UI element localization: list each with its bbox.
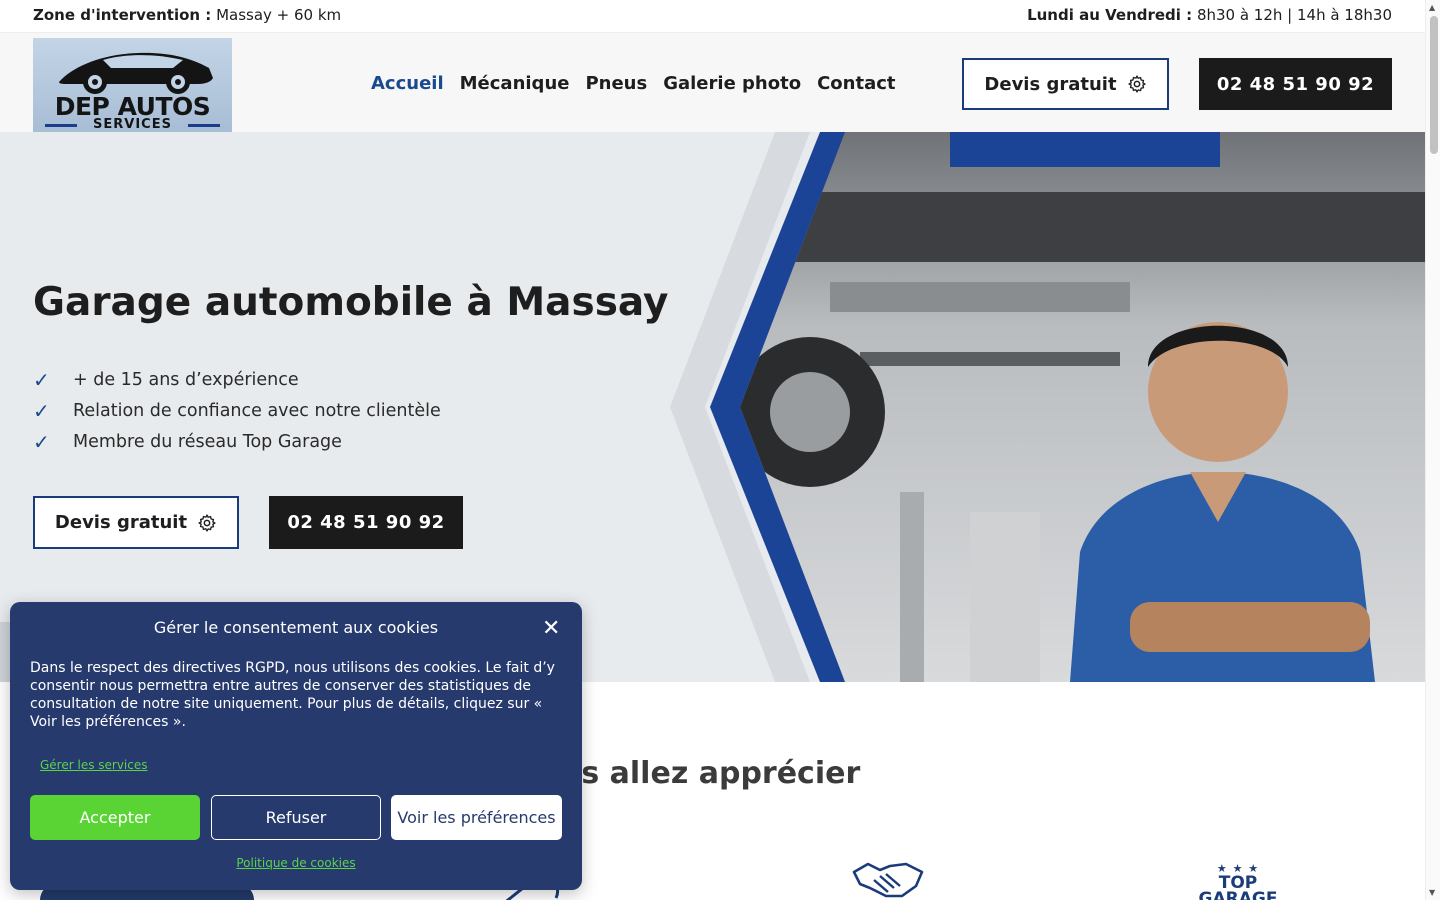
top-garage-badge: ★ ★ ★ TOP GARAGE: [1192, 862, 1284, 900]
accept-button[interactable]: Accepter: [30, 795, 200, 840]
nav-item-galerie[interactable]: Galerie photo: [663, 73, 801, 94]
hero-mechanic-photo: [670, 132, 1425, 682]
car-logo-icon: [59, 52, 213, 94]
handshake-icon: [852, 862, 924, 898]
cookie-policy-link[interactable]: Politique de cookies: [10, 856, 582, 870]
list-item: ✓ + de 15 ans d’expérience: [33, 364, 441, 395]
cookie-text: Dans le respect des directives RGPD, nou…: [30, 660, 555, 730]
preferences-button[interactable]: Voir les préférences: [391, 795, 562, 840]
cookie-title: Gérer le consentement aux cookies: [153, 618, 439, 637]
site-logo[interactable]: DEP AUTOS SERVICES: [33, 38, 232, 133]
scrollbar[interactable]: ▲ ▼: [1425, 0, 1440, 900]
check-icon: ✓: [33, 367, 50, 392]
nav-item-accueil[interactable]: Accueil: [371, 73, 444, 94]
check-icon: ✓: [33, 398, 50, 423]
section-title: us allez apprécier: [560, 756, 861, 791]
service-area: Zone d'intervention : Massay + 60 km: [33, 6, 341, 24]
benefit-text: Membre du réseau Top Garage: [73, 431, 342, 452]
site-header: DEP AUTOS SERVICES Accueil Mécanique Pne…: [0, 32, 1425, 133]
main-nav: Accueil Mécanique Pneus Galerie photo Co…: [371, 73, 896, 94]
benefit-text: Relation de confiance avec notre clientè…: [73, 400, 441, 421]
hero-section: Garage automobile à Massay ✓ + de 15 ans …: [0, 132, 1425, 682]
list-item: ✓ Membre du réseau Top Garage: [33, 426, 441, 457]
service-area-value: Massay + 60 km: [216, 6, 342, 24]
benefit-text: + de 15 ans d’expérience: [73, 369, 299, 390]
side-strip: [0, 622, 10, 682]
scroll-up-icon[interactable]: ▲: [1429, 3, 1435, 12]
logo-dash-right: [188, 124, 220, 127]
hero-quote-label: Devis gratuit: [54, 512, 188, 533]
list-item: ✓ Relation de confiance avec notre client…: [33, 395, 441, 426]
hero-quote-button[interactable]: Devis gratuit: [33, 496, 239, 549]
gear-icon: [198, 513, 216, 532]
manage-services-link[interactable]: Gérer les services: [40, 758, 148, 772]
check-icon: ✓: [33, 429, 50, 454]
close-icon[interactable]: ✕: [542, 616, 560, 641]
opening-hours-label: Lundi au Vendredi :: [1027, 6, 1193, 24]
nav-item-mecanique[interactable]: Mécanique: [460, 73, 570, 94]
top-info-bar: Zone d'intervention : Massay + 60 km Lun…: [0, 0, 1425, 32]
opening-hours: Lundi au Vendredi : 8h30 à 12h | 14h à 1…: [1027, 6, 1392, 24]
header-quote-label: Devis gratuit: [984, 73, 1117, 95]
header-quote-button[interactable]: Devis gratuit: [962, 58, 1169, 110]
hero-title: Garage automobile à Massay: [33, 280, 669, 325]
scrollbar-thumb[interactable]: [1430, 16, 1438, 154]
hero-benefits-list: ✓ + de 15 ans d’expérience ✓ Relation de c…: [33, 364, 441, 457]
cookie-consent-banner: Gérer le consentement aux cookies ✕ Dans…: [10, 602, 582, 890]
scroll-down-icon[interactable]: ▼: [1429, 888, 1435, 897]
refuse-button[interactable]: Refuser: [211, 795, 381, 840]
nav-item-contact[interactable]: Contact: [817, 73, 895, 94]
nav-item-pneus[interactable]: Pneus: [585, 73, 647, 94]
gear-icon: [1127, 75, 1146, 93]
header-phone-button[interactable]: 02 48 51 90 92: [1199, 58, 1392, 110]
badge-line2: GARAGE: [1198, 889, 1278, 900]
service-area-label: Zone d'intervention :: [33, 6, 212, 24]
opening-hours-value: 8h30 à 12h | 14h à 18h30: [1196, 6, 1392, 24]
hero-phone-button[interactable]: 02 48 51 90 92: [269, 496, 463, 549]
